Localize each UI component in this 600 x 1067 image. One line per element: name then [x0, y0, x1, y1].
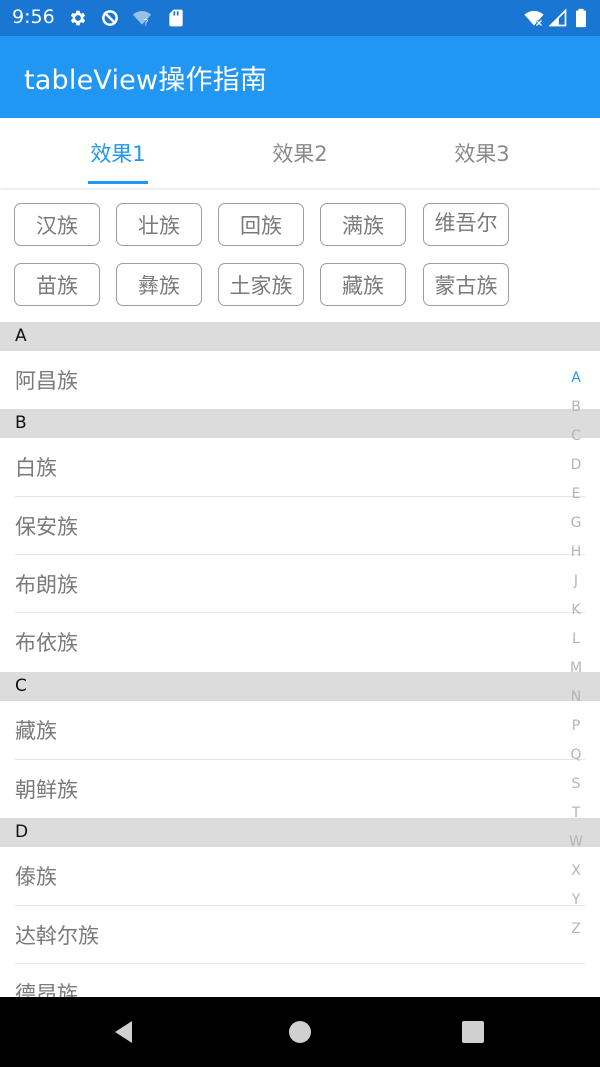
- recents-icon[interactable]: [458, 1017, 488, 1047]
- list-item[interactable]: 布依族: [0, 613, 600, 671]
- index-letter-l[interactable]: L: [564, 629, 588, 649]
- list-item[interactable]: 白族: [0, 438, 600, 496]
- list-item[interactable]: 阿昌族: [0, 351, 600, 409]
- index-letter-g[interactable]: G: [564, 513, 588, 533]
- back-icon[interactable]: [110, 1017, 140, 1047]
- status-time: 9:56: [12, 6, 55, 28]
- chip-man[interactable]: 满族: [320, 203, 406, 246]
- index-letter-a[interactable]: A: [564, 368, 588, 388]
- chip-yi[interactable]: 彝族: [116, 263, 202, 306]
- hot-chips: 汉族 壮族 回族 满族 维吾尔 苗族 彝族 土家族 藏族 蒙古族: [0, 190, 600, 322]
- gear-icon: [70, 10, 86, 26]
- home-icon[interactable]: [285, 1017, 315, 1047]
- index-letter-w[interactable]: W: [564, 832, 588, 852]
- sd-card-icon: [169, 9, 183, 27]
- list-item[interactable]: 傣族: [0, 847, 600, 905]
- tab-indicator: [88, 181, 148, 184]
- tab-bar: 效果1 效果2 效果3: [0, 118, 600, 188]
- status-bar: 9:56 ?: [0, 0, 600, 36]
- list-item[interactable]: 德昂族: [0, 964, 600, 997]
- chip-miao[interactable]: 苗族: [14, 263, 100, 306]
- list-item[interactable]: 达斡尔族: [0, 906, 600, 964]
- index-letter-n[interactable]: N: [564, 687, 588, 707]
- list-item[interactable]: 保安族: [0, 497, 600, 555]
- index-letter-k[interactable]: K: [564, 600, 588, 620]
- section-header-a: A: [0, 322, 600, 351]
- list-item[interactable]: 朝鲜族: [0, 760, 600, 818]
- data-saver-icon: [102, 10, 118, 26]
- index-letter-e[interactable]: E: [564, 484, 588, 504]
- index-letter-y[interactable]: Y: [564, 890, 588, 910]
- signal-icon: [548, 8, 567, 27]
- index-letter-b[interactable]: B: [564, 397, 588, 417]
- index-letter-s[interactable]: S: [564, 774, 588, 794]
- tab-effect-2[interactable]: 效果2: [200, 118, 400, 188]
- chip-han[interactable]: 汉族: [14, 203, 100, 246]
- chip-mongol[interactable]: 蒙古族: [423, 263, 509, 306]
- ethnic-list[interactable]: A 阿昌族 B 白族 保安族 布朗族 布依族 C 藏族 朝鲜族 D 傣族 达斡尔…: [0, 322, 600, 997]
- index-letter-c[interactable]: C: [564, 426, 588, 446]
- chip-hui[interactable]: 回族: [218, 203, 304, 246]
- wifi-off-icon: [524, 10, 544, 27]
- battery-icon: [576, 8, 586, 28]
- app-bar: tableView操作指南: [0, 36, 600, 118]
- chip-zang[interactable]: 藏族: [320, 263, 406, 306]
- index-letter-z[interactable]: Z: [564, 919, 588, 939]
- section-header-b: B: [0, 409, 600, 438]
- index-letter-j[interactable]: J: [564, 571, 588, 591]
- tab-effect-1[interactable]: 效果1: [18, 118, 218, 188]
- navigation-bar: [0, 997, 600, 1067]
- index-letter-h[interactable]: H: [564, 542, 588, 562]
- list-item[interactable]: 藏族: [0, 701, 600, 759]
- wifi-question-icon: ?: [132, 11, 152, 29]
- chip-tujia[interactable]: 土家族: [218, 263, 304, 306]
- index-letter-q[interactable]: Q: [564, 745, 588, 765]
- section-header-c: C: [0, 672, 600, 701]
- index-letter-x[interactable]: X: [564, 861, 588, 881]
- index-letter-d[interactable]: D: [564, 455, 588, 475]
- list-item[interactable]: 布朗族: [0, 555, 600, 613]
- index-letter-t[interactable]: T: [564, 803, 588, 823]
- svg-text:?: ?: [144, 18, 149, 29]
- index-letter-m[interactable]: M: [564, 658, 588, 678]
- page-title: tableView操作指南: [24, 65, 268, 96]
- chip-zhuang[interactable]: 壮族: [116, 203, 202, 246]
- section-header-d: D: [0, 818, 600, 847]
- index-letter-p[interactable]: P: [564, 716, 588, 736]
- chip-uyghur[interactable]: 维吾尔: [423, 203, 509, 246]
- tab-effect-3[interactable]: 效果3: [382, 118, 582, 188]
